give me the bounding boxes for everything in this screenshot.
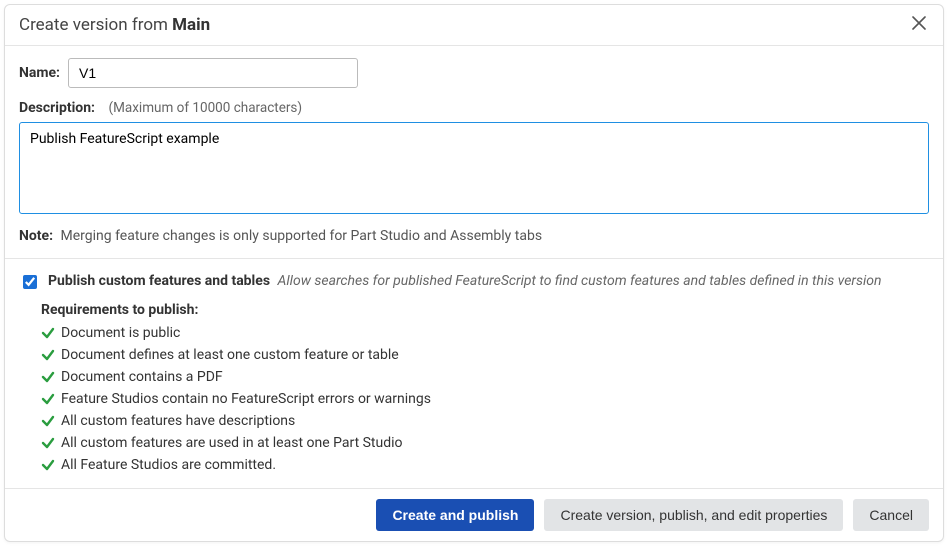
check-icon (41, 458, 55, 472)
requirements-title: Requirements to publish: (41, 302, 929, 318)
publish-label: Publish custom features and tables (48, 273, 270, 289)
requirement-text: All custom features are used in at least… (61, 435, 403, 451)
check-icon (41, 326, 55, 340)
requirement-item: Document is public (41, 322, 929, 344)
description-hint: (Maximum of 10000 characters) (108, 100, 302, 116)
title-value: Main (172, 15, 210, 35)
requirement-item: All custom features have descriptions (41, 410, 929, 432)
check-icon (41, 436, 55, 450)
name-input[interactable] (68, 58, 358, 88)
create-and-publish-button[interactable]: Create and publish (376, 499, 534, 531)
requirement-text: Document is public (61, 325, 180, 341)
check-icon (41, 348, 55, 362)
requirement-item: Feature Studios contain no FeatureScript… (41, 388, 929, 410)
check-icon (41, 370, 55, 384)
requirement-item: Document defines at least one custom fea… (41, 344, 929, 366)
dialog-title: Create version from Main (19, 15, 210, 35)
publish-text: Publish custom features and tables Allow… (48, 273, 882, 289)
cancel-button[interactable]: Cancel (853, 499, 929, 531)
publish-block: Publish custom features and tables Allow… (19, 273, 929, 480)
requirement-text: All Feature Studios are committed. (61, 457, 276, 473)
note-label: Note: (19, 228, 53, 244)
requirement-item: Document contains a PDF (41, 366, 929, 388)
requirement-item: All custom features are used in at least… (41, 432, 929, 454)
publish-row: Publish custom features and tables Allow… (19, 273, 929, 292)
requirement-text: Document defines at least one custom fea… (61, 347, 399, 363)
dialog-header: Create version from Main (5, 5, 943, 46)
description-header: Description: (Maximum of 10000 character… (19, 100, 929, 116)
note-text: Merging feature changes is only supporte… (61, 228, 543, 244)
check-icon (41, 392, 55, 406)
requirement-text: All custom features have descriptions (61, 413, 295, 429)
close-button[interactable] (909, 15, 929, 35)
requirements-list: Document is public Document defines at l… (41, 322, 929, 476)
dialog-footer: Create and publish Create version, publi… (5, 488, 943, 541)
description-label: Description: (19, 100, 95, 116)
publish-checkbox[interactable] (23, 275, 37, 289)
requirement-item: All Feature Studios are committed. (41, 454, 929, 476)
publish-description: Allow searches for published FeatureScri… (278, 273, 882, 289)
description-input[interactable] (19, 122, 929, 214)
name-label: Name: (19, 65, 60, 81)
close-icon (912, 16, 926, 34)
name-row: Name: (19, 58, 929, 88)
create-version-dialog: Create version from Main Name: Descripti… (4, 4, 944, 542)
requirement-text: Feature Studios contain no FeatureScript… (61, 391, 431, 407)
requirement-text: Document contains a PDF (61, 369, 223, 385)
divider (5, 258, 943, 259)
note-line: Note: Merging feature changes is only su… (19, 228, 929, 244)
create-version-publish-edit-button[interactable]: Create version, publish, and edit proper… (544, 499, 843, 531)
check-icon (41, 414, 55, 428)
title-prefix: Create version from (19, 15, 168, 35)
dialog-body: Name: Description: (Maximum of 10000 cha… (5, 46, 943, 488)
